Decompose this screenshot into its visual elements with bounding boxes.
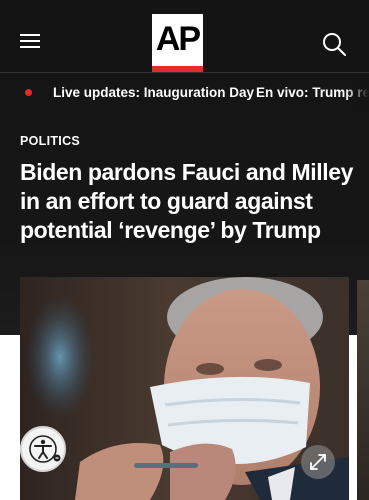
- ap-logo[interactable]: AP: [152, 14, 203, 72]
- ticker-item-inauguration[interactable]: Live updates: Inauguration Day: [53, 85, 254, 100]
- accessibility-button[interactable]: [20, 426, 66, 472]
- next-article-card-edge[interactable]: [357, 280, 369, 500]
- expand-icon: [310, 454, 326, 470]
- search-icon[interactable]: [321, 31, 347, 57]
- section-label[interactable]: POLITICS: [20, 134, 80, 148]
- trending-ticker: Live updates: Inauguration Day En vivo: …: [0, 73, 369, 113]
- hero-image[interactable]: [20, 277, 349, 500]
- logo-text: AP: [155, 20, 201, 58]
- hero-photo-illustration: [20, 277, 349, 500]
- article-headline: Biden pardons Fauci and Milley in an eff…: [20, 159, 354, 243]
- live-indicator-dot: [25, 89, 32, 96]
- accessibility-icon: [29, 435, 61, 463]
- site-header: AP: [0, 0, 369, 72]
- expand-media-button[interactable]: [301, 445, 335, 479]
- ticker-fade: [345, 73, 369, 113]
- hamburger-menu-icon[interactable]: [20, 34, 40, 50]
